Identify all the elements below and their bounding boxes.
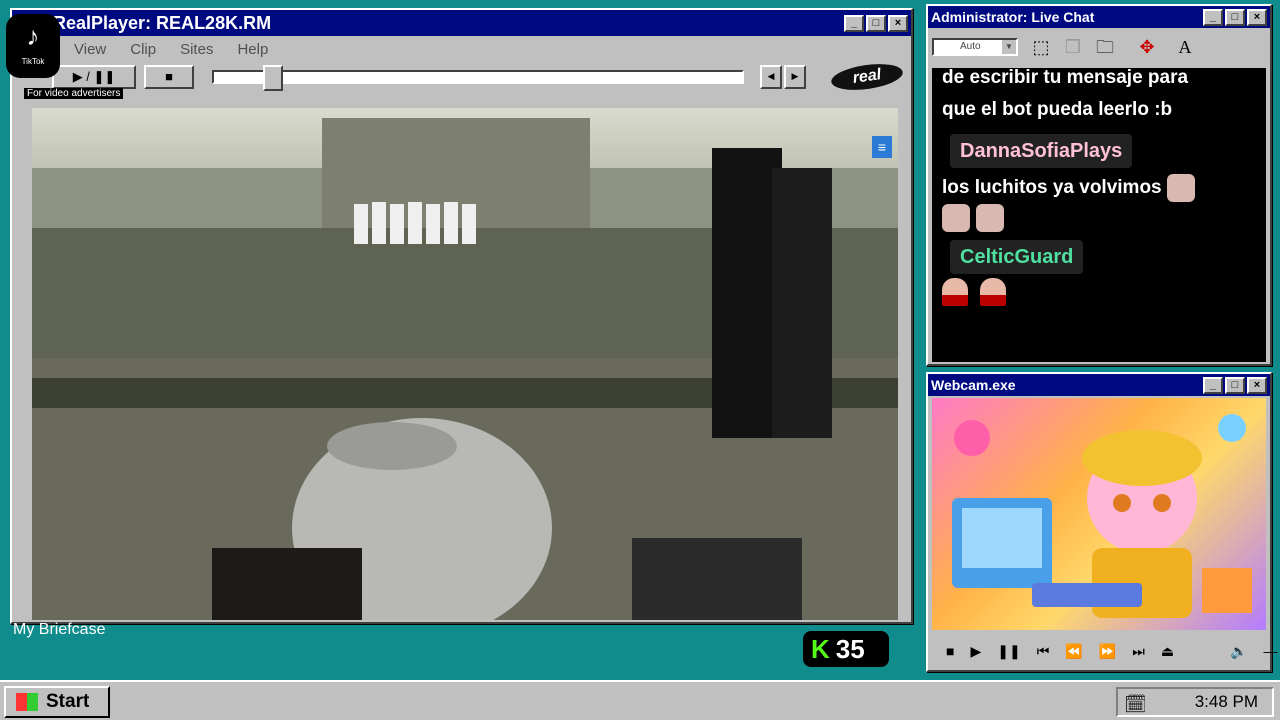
- list-icon[interactable]: ≡: [872, 136, 892, 158]
- windows-logo-icon: [16, 692, 38, 711]
- skip-forward-button[interactable]: ⏭: [1132, 643, 1145, 660]
- auto-select[interactable]: Auto ▼: [932, 38, 1018, 56]
- video-frame[interactable]: ≡: [32, 108, 898, 620]
- start-label: Start: [46, 691, 90, 712]
- minimize-button[interactable]: _: [844, 14, 864, 32]
- viewer-count: 35: [835, 634, 865, 664]
- chat-toolbar: Auto ▼ ⬚ ❐ 🗀 ✥ A: [928, 28, 1270, 66]
- system-tray: 🗓 3:48 PM: [1116, 687, 1274, 717]
- next-clip-button[interactable]: ▶: [784, 65, 806, 89]
- kick-viewer-count: K 35: [803, 631, 889, 667]
- video-advertiser-label: For video advertisers: [24, 88, 124, 99]
- webcam-window: Webcam.exe _ □ × ■ ▶ ❚❚ ⏮ ⏪ ⏩ ⏭ ⏏ 🔈 —: [926, 372, 1277, 672]
- player-controlbar: ▶ / ❚❚ ■ ◀ ▶ real: [12, 60, 911, 94]
- prev-clip-button[interactable]: ◀: [760, 65, 782, 89]
- hand-emote-icon: [980, 278, 1006, 306]
- menu-clip[interactable]: Clip: [130, 41, 156, 58]
- webcam-title: Webcam.exe: [931, 377, 1016, 393]
- stop-button[interactable]: ■: [946, 643, 954, 659]
- folder-icon[interactable]: 🗀: [1092, 34, 1118, 60]
- volume-icon[interactable]: 🔈: [1230, 643, 1247, 660]
- maximize-button[interactable]: □: [1225, 8, 1245, 26]
- taskbar: Start 🗓 3:48 PM: [0, 680, 1280, 720]
- tiktok-label: TikTok: [21, 57, 45, 66]
- maximize-button[interactable]: □: [1225, 376, 1245, 394]
- hand-emote-icon: [942, 278, 968, 306]
- stop-button[interactable]: ■: [144, 65, 194, 89]
- anime-avatar-illustration: [952, 414, 1252, 618]
- pause-button[interactable]: ❚❚: [997, 643, 1020, 660]
- video-scene: [32, 108, 898, 620]
- emote-row: [942, 278, 1256, 306]
- eject-button[interactable]: ⏏: [1161, 643, 1174, 660]
- close-button[interactable]: ×: [1247, 8, 1267, 26]
- chat-line: de escribir tu mensaje para: [942, 68, 1189, 88]
- volume-slider[interactable]: —: [1263, 643, 1277, 659]
- play-button[interactable]: ▶: [970, 643, 981, 660]
- chat-username[interactable]: CelticGuard: [950, 240, 1084, 274]
- chat-username[interactable]: DannaSofiaPlays: [950, 134, 1133, 168]
- player-titlebar[interactable]: RealPlayer: REAL28K.RM _ □ ×: [12, 10, 911, 36]
- maximize-button[interactable]: □: [866, 14, 886, 32]
- player-menubar: View Clip Sites Help: [12, 36, 911, 62]
- fast-forward-button[interactable]: ⏩: [1099, 643, 1116, 660]
- emote-row: [942, 204, 1256, 232]
- tiktok-logo: ♪ TikTok: [6, 14, 60, 78]
- webcam-avatar-image: [932, 398, 1266, 630]
- chat-messages: de escribir tu mensaje para que el bot p…: [932, 68, 1266, 362]
- select-icon[interactable]: ⬚: [1028, 34, 1054, 60]
- chat-title: Administrator: Live Chat: [931, 9, 1095, 25]
- my-briefcase-icon-label[interactable]: My Briefcase: [13, 621, 105, 639]
- hamster-emote-icon: [976, 204, 1004, 232]
- chevron-down-icon: ▼: [1002, 40, 1016, 54]
- minimize-button[interactable]: _: [1203, 376, 1223, 394]
- copy-icon[interactable]: ❐: [1060, 34, 1086, 60]
- seek-bar[interactable]: [212, 70, 744, 84]
- chat-message: los luchitos ya volvimos: [942, 172, 1256, 204]
- auto-label: Auto: [960, 41, 981, 52]
- hamster-emote-icon: [1166, 173, 1195, 202]
- chat-message-text: los luchitos ya volvimos: [942, 177, 1162, 198]
- webcam-controls: ■ ▶ ❚❚ ⏮ ⏪ ⏩ ⏭ ⏏ 🔈 —: [932, 636, 1277, 666]
- minimize-button[interactable]: _: [1203, 8, 1223, 26]
- kick-logo-icon: K: [811, 634, 830, 664]
- close-button[interactable]: ×: [888, 14, 908, 32]
- rewind-button[interactable]: ⏪: [1065, 643, 1082, 660]
- scheduler-icon[interactable]: 🗓: [1124, 691, 1147, 717]
- clock[interactable]: 3:48 PM: [1195, 689, 1258, 715]
- menu-sites[interactable]: Sites: [180, 41, 213, 58]
- real-logo: real: [829, 60, 905, 94]
- seek-thumb[interactable]: [263, 65, 284, 91]
- skip-back-button[interactable]: ⏮: [1037, 643, 1050, 660]
- webcam-titlebar[interactable]: Webcam.exe _ □ ×: [928, 374, 1270, 396]
- font-icon[interactable]: A: [1172, 34, 1198, 60]
- play-pause-button[interactable]: ▶ / ❚❚: [52, 65, 136, 89]
- menu-view[interactable]: View: [74, 41, 106, 58]
- chat-titlebar[interactable]: Administrator: Live Chat _ □ ×: [928, 6, 1270, 28]
- menu-help[interactable]: Help: [237, 41, 268, 58]
- close-button[interactable]: ×: [1247, 376, 1267, 394]
- start-button[interactable]: Start: [4, 686, 110, 718]
- hamster-emote-icon: [942, 204, 970, 232]
- realplayer-window: RealPlayer: REAL28K.RM _ □ × View Clip S…: [10, 8, 913, 624]
- live-chat-window: Administrator: Live Chat _ □ × Auto ▼ ⬚ ❐…: [926, 4, 1272, 366]
- player-title: RealPlayer: REAL28K.RM: [53, 12, 272, 33]
- chat-line: que el bot pueda leerlo :b: [942, 99, 1173, 120]
- move-icon[interactable]: ✥: [1134, 34, 1160, 60]
